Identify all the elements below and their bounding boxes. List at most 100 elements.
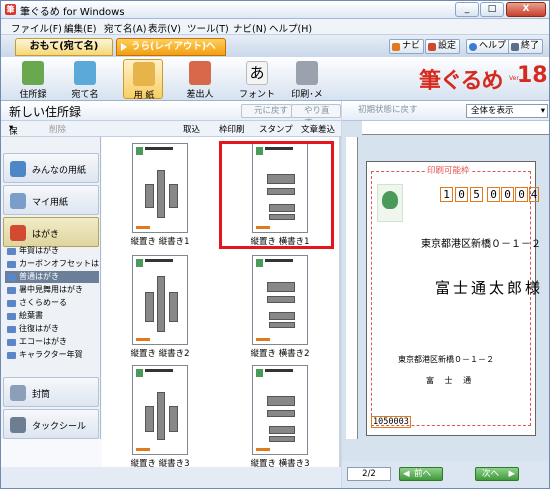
menu-address[interactable]: 宛て名(A) <box>104 21 146 35</box>
tab-back-switch[interactable]: うら(レイアウト)へ切替 <box>116 38 226 68</box>
save-button[interactable]: 保存▾ <box>9 123 18 149</box>
toolbar-font[interactable]: あフォント <box>237 59 277 100</box>
paper-icon <box>133 62 155 86</box>
folder-icon <box>7 352 16 359</box>
door-icon <box>511 43 519 51</box>
folder-icon <box>7 248 16 255</box>
sidebar-postcard[interactable]: はがき <box>3 217 99 247</box>
folder-icon <box>7 274 16 281</box>
template-card[interactable] <box>132 143 188 233</box>
sidebar-everyone-paper[interactable]: みんなの用紙 <box>3 153 99 183</box>
tab-front[interactable]: おもて(宛て名) <box>15 38 113 56</box>
sidebar-item-nenga[interactable]: 年賀はがき <box>5 245 99 257</box>
template-card[interactable] <box>252 255 308 345</box>
sidebar-envelope[interactable]: 封筒 <box>3 377 99 407</box>
zip-digit: 0 <box>487 187 500 202</box>
template-card[interactable] <box>252 365 308 455</box>
sender-icon <box>189 61 211 85</box>
recipient-address: 東京都港区新橋０－１－２ <box>421 239 541 250</box>
paper-sidebar: みんなの用紙 マイ用紙 はがき 年賀はがき カーボンオフセットはがき 普通はがき… <box>1 137 101 439</box>
maximize-button[interactable]: □ <box>480 2 504 17</box>
sidebar-item-picture[interactable]: 絵葉書 <box>5 310 99 322</box>
chevron-down-icon: ▾ <box>540 106 545 116</box>
template-label: 縦置き 縦書き1 <box>130 237 190 247</box>
arrow-icon <box>121 43 127 51</box>
navi-button[interactable]: ナビ <box>389 39 425 54</box>
folder-icon <box>7 261 16 268</box>
stamp-icon <box>256 369 263 377</box>
text-insert-button[interactable]: 文章差込 <box>301 123 335 135</box>
label-sheet-icon <box>10 417 26 433</box>
sidebar-item-normal[interactable]: 普通はがき <box>5 271 99 283</box>
sidebar-tack-seal[interactable]: タックシール <box>3 409 99 439</box>
zip-digit: 0 <box>501 187 514 202</box>
toolbar-address-book[interactable]: 住所録 <box>13 59 53 100</box>
sidebar-my-paper[interactable]: マイ用紙 <box>3 185 99 215</box>
menu-tools[interactable]: ツール(T) <box>187 21 229 35</box>
template-card[interactable] <box>132 255 188 345</box>
template-label: 縦置き 横書き3 <box>250 459 310 467</box>
reset-button[interactable]: 初期状態に戻す <box>346 104 421 118</box>
stamp-button[interactable]: スタンプ <box>259 123 293 135</box>
help-button[interactable]: ヘルプ <box>466 39 511 54</box>
selection-highlight <box>219 141 334 249</box>
folder-icon <box>7 300 16 307</box>
sidebar-item-echo[interactable]: エコーはがき <box>5 336 99 348</box>
toolbar-print-mail[interactable]: 印刷･メール <box>287 59 327 113</box>
main-toolbar: 住所録 宛て名 用 紙 差出人 あフォント 印刷･メール 筆ぐるめ Ver. 1… <box>1 57 549 113</box>
addressee-icon <box>74 61 96 85</box>
sidebar-item-character[interactable]: キャラクター年賀 <box>5 349 99 361</box>
app-window: 筆 筆ぐるめ for Windows _ □ X ファイル(F) 編集(E) 宛… <box>0 0 550 489</box>
toolbar-addressee[interactable]: 宛て名 <box>65 59 105 100</box>
menu-navi[interactable]: ナビ(N) <box>233 21 267 35</box>
template-grid: 縦置き 縦書き1 縦置き 横書き1 縦置き 縦書き2 縦置き 横書き2 縦置き … <box>102 137 339 467</box>
sidebar-item-carbon-offset[interactable]: カーボンオフセットはがき <box>5 258 99 270</box>
sidebar-item-summer[interactable]: 暑中見舞用はがき <box>5 284 99 296</box>
people-icon <box>10 161 26 177</box>
close-button[interactable]: X <box>506 2 546 17</box>
folder-icon <box>7 326 16 333</box>
template-label: 縦置き 縦書き2 <box>130 349 190 359</box>
app-icon: 筆 <box>5 4 16 15</box>
prev-button[interactable]: ◀ 前へ <box>399 467 443 481</box>
folder-icon <box>7 287 16 294</box>
printer-icon <box>296 61 318 85</box>
help-icon <box>469 43 477 51</box>
preview-header: 初期状態に戻す 全体を表示 ▾ <box>342 101 549 121</box>
sender-address: 東京都港区新橋０－１－２ <box>398 355 494 364</box>
delete-button[interactable]: 削除 <box>49 123 66 135</box>
sender-zip: 1050003 <box>371 416 411 428</box>
fudegurume-logo: 筆ぐるめ Ver. 18 <box>419 63 548 94</box>
next-arrow-icon: ▶ <box>508 469 515 479</box>
template-card[interactable] <box>132 365 188 455</box>
menu-file[interactable]: ファイル(F) <box>11 21 62 35</box>
left-footer <box>1 467 341 488</box>
envelope-icon <box>10 385 26 401</box>
zip-digit: 0 <box>515 187 528 202</box>
prev-arrow-icon: ◀ <box>403 469 410 479</box>
title-bar: 筆 筆ぐるめ for Windows _ □ X <box>1 1 549 19</box>
mode-tabbar: おもて(宛て名) うら(レイアウト)へ切替 ナビ 設定 ヘルプ 終了 <box>1 35 549 68</box>
frame-print-button[interactable]: 枠印刷 <box>219 123 245 135</box>
menu-view[interactable]: 表示(V) <box>148 21 181 35</box>
sidebar-item-sakura[interactable]: さくらめーる <box>5 297 99 309</box>
minimize-button[interactable]: _ <box>455 2 479 17</box>
template-label: 縦置き 横書き2 <box>250 349 310 359</box>
menu-edit[interactable]: 編集(E) <box>64 21 96 35</box>
import-button[interactable]: 取込 <box>183 123 200 135</box>
address-book-header: 新しい住所録 元に戻す やり直す <box>1 101 341 128</box>
next-button[interactable]: 次へ ▶ <box>475 467 519 481</box>
zip-digit: 4 <box>529 187 539 202</box>
stamp-icon <box>256 259 263 267</box>
exit-button[interactable]: 終了 <box>508 39 544 54</box>
undo-button[interactable]: 元に戻す <box>241 104 293 118</box>
toolbar-sender[interactable]: 差出人 <box>180 59 220 100</box>
zoom-select[interactable]: 全体を表示 ▾ <box>466 104 548 118</box>
print-area-label: 印刷可能枠 <box>425 164 472 176</box>
toolbar-paper[interactable]: 用 紙 <box>123 59 163 101</box>
sidebar-item-reply[interactable]: 往復はがき <box>5 323 99 335</box>
settings-button[interactable]: 設定 <box>425 39 461 54</box>
redo-button[interactable]: やり直す <box>291 104 341 128</box>
menu-help[interactable]: ヘルプ(H) <box>269 21 312 35</box>
grid-scrollbar[interactable] <box>339 137 341 467</box>
